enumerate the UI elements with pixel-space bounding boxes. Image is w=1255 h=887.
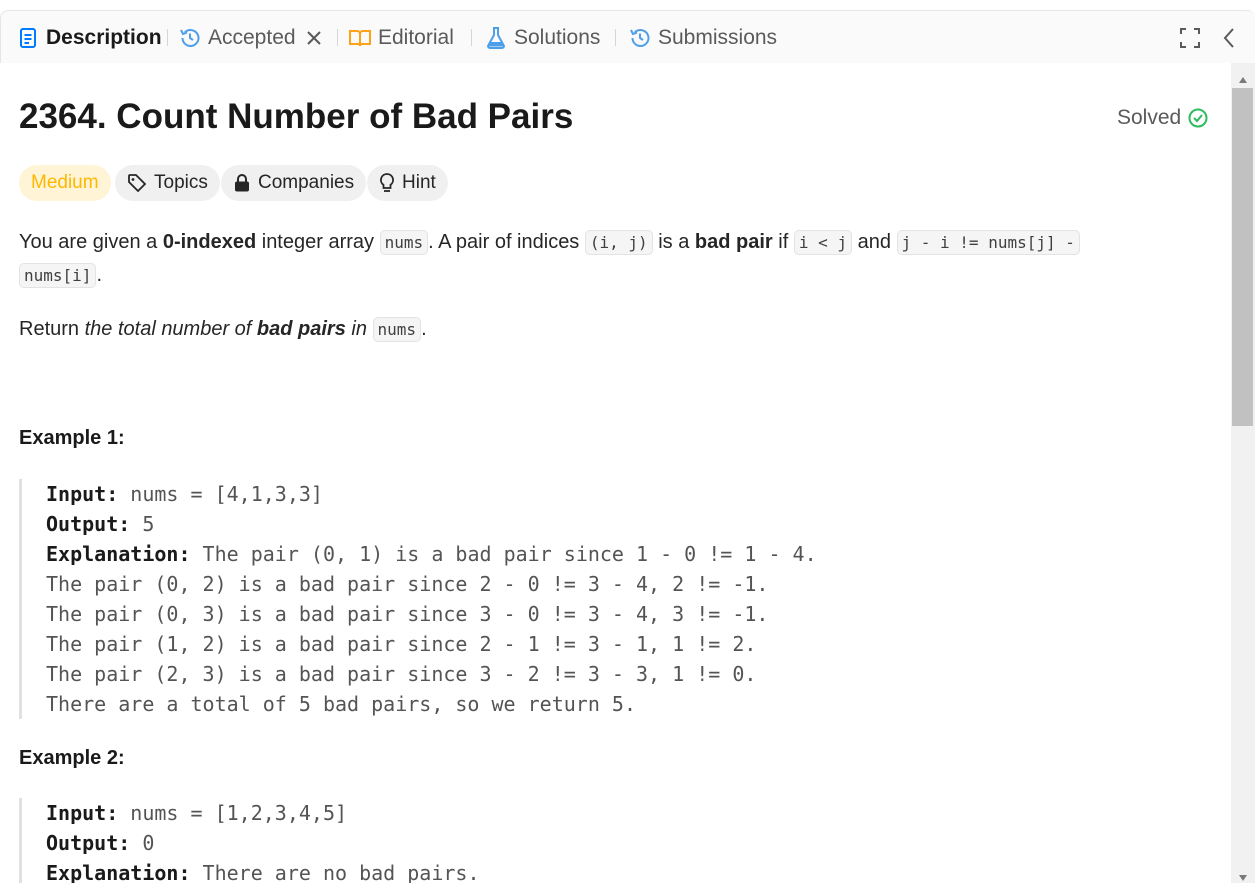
example-1-heading: Example 1:: [19, 427, 125, 449]
tab-accepted[interactable]: Accepted: [178, 23, 322, 53]
output-value: 0: [130, 831, 155, 855]
input-value: nums = [4,1,3,3]: [118, 482, 323, 506]
lightbulb-icon: [379, 172, 395, 194]
scrollbar-thumb[interactable]: [1232, 88, 1253, 426]
companies-label: Companies: [258, 172, 355, 193]
statement-text: and: [852, 231, 897, 253]
statement-text: You are given a: [19, 231, 163, 253]
input-value: nums = [1,2,3,4,5]: [118, 801, 348, 825]
fullscreen-icon[interactable]: [1179, 27, 1201, 54]
hint-button[interactable]: Hint: [367, 165, 448, 201]
tab-submissions-label: Submissions: [658, 26, 778, 49]
explanation-label: Explanation:: [46, 542, 191, 566]
tab-bar: Description Accepted Editorial Solutions…: [0, 10, 1255, 63]
statement-text: .: [421, 318, 427, 340]
topics-label: Topics: [154, 172, 208, 193]
statement-italic: the total number of: [84, 318, 257, 340]
close-icon[interactable]: [306, 30, 322, 46]
inline-code: i < j: [793, 230, 853, 255]
statement-text: if: [772, 231, 794, 253]
explanation-line: The pair (1, 2) is a bad pair since 2 - …: [46, 632, 757, 656]
explanation-text: There are no bad pairs.: [190, 861, 480, 883]
tab-description-label: Description: [46, 26, 162, 49]
tab-submissions[interactable]: Submissions: [628, 23, 777, 53]
statement-paragraph: You are given a 0-indexed integer array …: [19, 226, 1080, 292]
output-value: 5: [130, 512, 155, 536]
check-circle-icon: [1188, 108, 1208, 128]
history-icon: [628, 26, 652, 50]
tab-solutions-label: Solutions: [514, 26, 601, 49]
statement-text: . A pair of indices: [428, 231, 585, 253]
inline-code: nums: [372, 317, 422, 342]
statement-text: integer array: [256, 231, 380, 253]
statement-text: Return: [19, 318, 85, 340]
book-icon: [348, 26, 372, 50]
example-1-block: Input: nums = [4,1,3,3] Output: 5 Explan…: [19, 479, 1169, 719]
statement-text: .: [96, 264, 102, 286]
scroll-up-arrow-icon[interactable]: [1238, 71, 1248, 89]
explanation-label: Explanation:: [46, 861, 191, 883]
explanation-line: The pair (2, 3) is a bad pair since 3 - …: [46, 662, 757, 686]
inline-code: nums[i]: [19, 263, 97, 288]
inline-code: nums: [379, 230, 429, 255]
tab-editorial-label: Editorial: [378, 26, 454, 49]
explanation-text: The pair (0, 1) is a bad pair since 1 - …: [190, 542, 817, 566]
explanation-line: The pair (0, 3) is a bad pair since 3 - …: [46, 602, 769, 626]
companies-button[interactable]: Companies: [221, 165, 367, 201]
flask-icon: [484, 26, 508, 50]
difficulty-label: Medium: [31, 172, 99, 193]
collapse-chevron-icon[interactable]: [1221, 26, 1237, 55]
explanation-line: The pair (0, 2) is a bad pair since 2 - …: [46, 572, 769, 596]
document-icon: [16, 26, 40, 50]
example-2-heading: Example 2:: [19, 747, 125, 769]
statement-bold: bad pair: [694, 231, 773, 253]
tab-accepted-label: Accepted: [208, 26, 296, 49]
solved-status: Solved: [1117, 106, 1208, 130]
statement-bold-italic: bad pairs: [256, 318, 346, 340]
statement-text: is a: [652, 231, 695, 253]
tab-editorial[interactable]: Editorial: [348, 23, 454, 53]
inline-code: j - i != nums[j] -: [896, 230, 1080, 255]
input-label: Input:: [46, 801, 119, 825]
lock-icon: [233, 173, 251, 193]
vertical-scrollbar[interactable]: [1231, 63, 1255, 883]
tab-solutions[interactable]: Solutions: [484, 23, 600, 53]
statement-italic: in: [345, 318, 373, 340]
solved-label: Solved: [1117, 106, 1182, 129]
example-2-block: Input: nums = [1,2,3,4,5] Output: 0 Expl…: [19, 798, 1169, 883]
problem-title: 2364. Count Number of Bad Pairs: [19, 97, 574, 136]
tab-description[interactable]: Description: [16, 23, 162, 53]
inline-code: (i, j): [584, 230, 653, 255]
return-paragraph: Return the total number of bad pairs in …: [19, 313, 427, 346]
output-label: Output:: [46, 512, 131, 536]
output-label: Output:: [46, 831, 131, 855]
tag-icon: [127, 173, 147, 193]
input-label: Input:: [46, 482, 119, 506]
statement-bold: 0-indexed: [162, 231, 257, 253]
explanation-line: There are a total of 5 bad pairs, so we …: [46, 692, 637, 716]
problem-description: 2364. Count Number of Bad Pairs Solved M…: [0, 63, 1230, 883]
history-icon: [178, 26, 202, 50]
hint-label: Hint: [402, 172, 436, 193]
scroll-down-arrow-icon[interactable]: [1238, 869, 1248, 887]
difficulty-badge: Medium: [19, 165, 111, 201]
topics-button[interactable]: Topics: [115, 165, 220, 201]
